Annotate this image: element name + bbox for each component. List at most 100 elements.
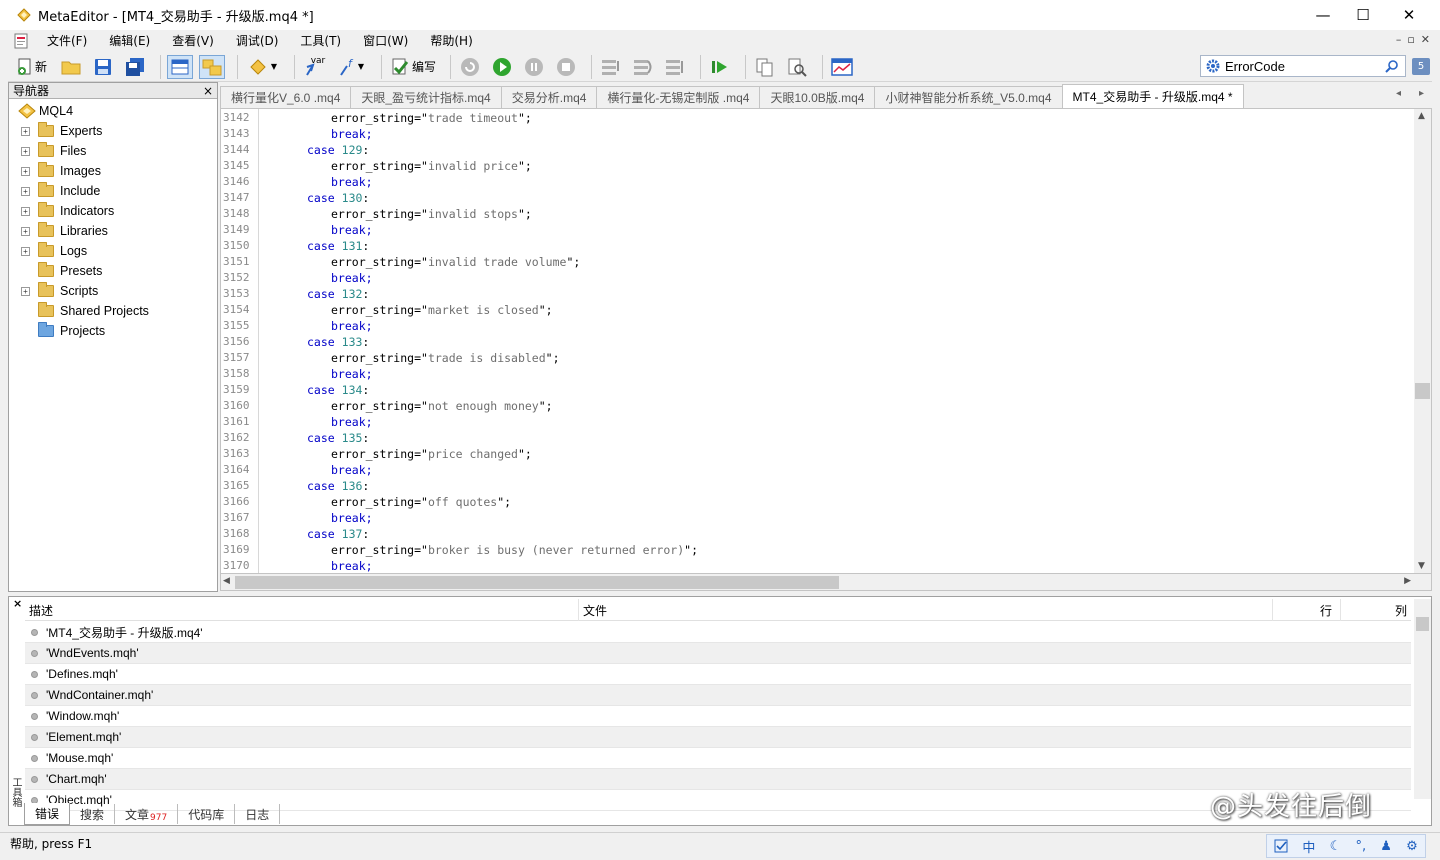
error-row[interactable]: 'Chart.mqh' <box>25 769 1411 790</box>
code-line[interactable]: error_string="off quotes"; <box>331 495 511 509</box>
mdi-close-button[interactable]: ✕ <box>1421 33 1430 46</box>
code-line[interactable]: break; <box>331 463 373 477</box>
code-line[interactable]: break; <box>331 511 373 525</box>
code-line[interactable]: break; <box>331 319 373 333</box>
code-line[interactable]: error_string="broker is busy (never retu… <box>331 543 698 557</box>
close-button[interactable]: ✕ <box>1386 0 1432 30</box>
menu-debug[interactable]: 调试(D) <box>225 32 290 49</box>
toolbox-toggle-button[interactable] <box>199 54 225 79</box>
editor-tab[interactable]: 天眼10.0B版.mq4 <box>759 86 876 108</box>
code-line[interactable]: break; <box>331 271 373 285</box>
debug-start-button[interactable] <box>489 55 515 79</box>
column-description[interactable]: 描述 <box>25 599 579 621</box>
step-into-button[interactable] <box>598 55 624 79</box>
mdi-restore-button[interactable]: ▫ <box>1407 33 1414 46</box>
search-icon[interactable] <box>1385 59 1399 73</box>
editor-horizontal-scrollbar[interactable]: ◀ ▶ <box>220 574 1432 591</box>
mdi-minimize-button[interactable]: – <box>1396 33 1402 46</box>
editor-vertical-scroll-thumb[interactable] <box>1415 383 1430 399</box>
search-input[interactable] <box>1225 58 1375 74</box>
expand-plus-icon[interactable]: + <box>21 226 30 236</box>
expand-plus-icon[interactable]: + <box>21 166 30 176</box>
terminal-button[interactable] <box>829 55 855 79</box>
error-row[interactable]: 'Mouse.mqh' <box>25 748 1411 769</box>
editor-tab[interactable]: MT4_交易助手 - 升级版.mq4 * <box>1061 84 1244 108</box>
menu-view[interactable]: 查看(V) <box>161 32 225 49</box>
toolbox-close-button[interactable]: × <box>13 597 22 610</box>
column-file[interactable]: 文件 <box>579 599 1273 621</box>
code-line[interactable]: break; <box>331 415 373 429</box>
step-over-button[interactable] <box>630 55 656 79</box>
checkbox-icon[interactable] <box>1274 839 1288 853</box>
scroll-up-icon[interactable]: ▲ <box>1418 111 1425 121</box>
editor-horizontal-scroll-thumb[interactable] <box>235 576 839 589</box>
code-line[interactable]: break; <box>331 127 373 141</box>
ime-punctuation-icon[interactable]: °, <box>1355 839 1366 854</box>
editor-tab[interactable]: 横行量化-无锡定制版 .mq4 <box>596 86 761 108</box>
code-line[interactable]: break; <box>331 223 373 237</box>
scroll-down-icon[interactable]: ▼ <box>1418 561 1425 571</box>
error-row[interactable]: 'Element.mqh' <box>25 727 1411 748</box>
code-line[interactable]: case 134: <box>307 383 369 397</box>
code-line[interactable]: error_string="trade is disabled"; <box>331 351 560 365</box>
toolbox-tab[interactable]: 日志 <box>235 804 281 824</box>
print-preview-button[interactable] <box>784 55 810 79</box>
column-col[interactable]: 列 <box>1341 599 1411 621</box>
ime-user-icon[interactable]: ♟ <box>1380 839 1392 854</box>
code-line[interactable]: error_string="invalid trade volume"; <box>331 255 580 269</box>
insert-function-button[interactable]: f ▼ <box>333 55 369 79</box>
copy-button[interactable] <box>752 55 778 79</box>
save-button[interactable] <box>90 55 116 79</box>
code-line[interactable]: case 131: <box>307 239 369 253</box>
code-line[interactable]: case 135: <box>307 431 369 445</box>
code-line[interactable]: break; <box>331 367 373 381</box>
error-row[interactable]: 'MT4_交易助手 - 升级版.mq4' <box>25 622 1411 643</box>
expand-plus-icon[interactable]: + <box>21 146 30 156</box>
code-line[interactable]: case 133: <box>307 335 369 349</box>
tab-scroll-left-icon[interactable]: ◂ <box>1396 88 1401 99</box>
navigate-dropdown-button[interactable]: ▼ <box>244 55 282 79</box>
code-line[interactable]: case 136: <box>307 479 369 493</box>
column-line[interactable]: 行 <box>1273 599 1341 621</box>
editor-tab[interactable]: 交易分析.mq4 <box>500 86 598 108</box>
editor-tab[interactable]: 横行量化V_6.0 .mq4 <box>220 86 352 108</box>
code-line[interactable]: error_string="trade timeout"; <box>331 111 532 125</box>
insert-variable-button[interactable]: var <box>301 55 327 79</box>
tab-scroll-right-icon[interactable]: ▸ <box>1419 88 1424 99</box>
save-all-button[interactable] <box>122 55 148 79</box>
code-line[interactable]: case 129: <box>307 143 369 157</box>
toolbox-tab[interactable]: 搜索 <box>70 804 116 824</box>
expand-plus-icon[interactable]: + <box>21 286 30 296</box>
menu-help[interactable]: 帮助(H) <box>419 32 483 49</box>
navigator-close-button[interactable]: × <box>203 84 213 98</box>
code-line[interactable]: error_string="invalid stops"; <box>331 207 532 221</box>
code-line[interactable]: error_string="price changed"; <box>331 447 532 461</box>
editor-tab[interactable]: 小财神智能分析系统_V5.0.mq4 <box>874 86 1063 108</box>
navigator-toggle-button[interactable] <box>167 54 193 79</box>
code-line[interactable]: case 130: <box>307 191 369 205</box>
debug-pause-button[interactable] <box>521 55 547 79</box>
code-line[interactable]: error_string="not enough money"; <box>331 399 553 413</box>
scroll-right-icon[interactable]: ▶ <box>1404 576 1411 586</box>
code-editor[interactable]: 3142 3143 3144 3145 3146 3147 3148 3149 3150 3151… <box>220 108 1432 574</box>
code-line[interactable]: error_string="market is closed"; <box>331 303 553 317</box>
toolbox-tab[interactable]: 代码库 <box>178 804 236 824</box>
search-results-badge[interactable]: 5 <box>1412 58 1430 75</box>
ime-moon-icon[interactable]: ☾ <box>1330 839 1342 854</box>
debug-stop-button[interactable] <box>553 55 579 79</box>
expand-plus-icon[interactable]: + <box>21 246 30 256</box>
ime-chinese-mode[interactable]: 中 <box>1302 837 1315 856</box>
code-line[interactable]: case 137: <box>307 527 369 541</box>
maximize-button[interactable]: ☐ <box>1340 0 1386 30</box>
menu-file[interactable]: 文件(F) <box>36 32 98 49</box>
menu-tools[interactable]: 工具(T) <box>289 32 352 49</box>
search-field[interactable] <box>1200 55 1406 77</box>
editor-tab[interactable]: 天眼_盈亏统计指标.mq4 <box>350 86 502 108</box>
error-row[interactable]: 'WndContainer.mqh' <box>25 685 1411 706</box>
open-folder-button[interactable] <box>58 55 84 79</box>
toolbox-tab[interactable]: 错误 <box>24 803 71 825</box>
error-row[interactable]: 'WndEvents.mqh' <box>25 643 1411 664</box>
expand-plus-icon[interactable]: + <box>21 206 30 216</box>
compile-button[interactable]: 编写 <box>388 55 438 79</box>
toolbox-tab[interactable]: 文章 977 <box>115 804 179 824</box>
